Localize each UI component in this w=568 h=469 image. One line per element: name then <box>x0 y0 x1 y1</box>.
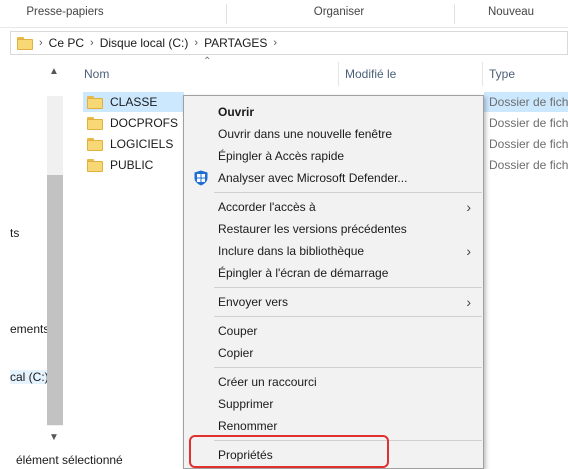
menu-item-rename[interactable]: Renommer <box>184 415 483 437</box>
menu-item-label: Accorder l'accès à <box>218 200 316 214</box>
folder-icon <box>87 116 103 130</box>
menu-item-label: Ouvrir <box>218 105 255 119</box>
file-row-logiciels[interactable]: LOGICIELS <box>83 134 184 154</box>
file-name: PUBLIC <box>110 158 154 172</box>
file-type: Dossier de fichiers <box>489 116 568 130</box>
address-bar[interactable]: › Ce PC › Disque local (C:) › PARTAGES › <box>10 31 568 55</box>
breadcrumb-partages[interactable]: PARTAGES <box>204 36 267 50</box>
file-row-classe[interactable]: CLASSE <box>83 92 184 112</box>
breadcrumb-local-disk[interactable]: Disque local (C:) <box>100 36 189 50</box>
file-type: Dossier de fichiers <box>489 95 568 109</box>
file-name: LOGICIELS <box>110 137 174 151</box>
file-name: DOCPROFS <box>110 116 179 130</box>
scroll-up-icon[interactable]: ▲ <box>46 66 62 77</box>
menu-separator <box>214 316 482 317</box>
menu-item-include-library[interactable]: Inclure dans la bibliothèque › <box>184 240 483 262</box>
ribbon: Presse-papiers Organiser Nouveau <box>0 0 568 28</box>
column-divider[interactable] <box>338 62 339 86</box>
nav-item[interactable]: ements <box>10 322 49 336</box>
chevron-right-icon[interactable]: › <box>194 37 198 49</box>
menu-item-create-shortcut[interactable]: Créer un raccourci <box>184 371 483 393</box>
menu-separator <box>214 287 482 288</box>
sort-ascending-icon: ⌃ <box>203 56 212 67</box>
menu-item-copy[interactable]: Copier <box>184 342 483 364</box>
folder-icon <box>87 137 103 151</box>
menu-item-open-new-window[interactable]: Ouvrir dans une nouvelle fenêtre <box>184 123 483 145</box>
ribbon-group-organize: Organiser <box>313 6 365 18</box>
breadcrumb-this-pc[interactable]: Ce PC <box>49 36 84 50</box>
menu-separator <box>214 367 482 368</box>
highlight-box <box>189 435 389 468</box>
menu-item-label: Analyser avec Microsoft Defender... <box>218 171 408 185</box>
menu-item-scan-defender[interactable]: Analyser avec Microsoft Defender... <box>184 167 483 189</box>
nav-item-local-disk[interactable]: cal (C:) <box>10 370 49 384</box>
column-header-name[interactable]: Nom <box>84 67 109 91</box>
menu-item-label: Envoyer vers <box>218 295 289 309</box>
menu-item-label: Ouvrir dans une nouvelle fenêtre <box>218 127 393 141</box>
menu-item-label: Créer un raccourci <box>218 375 317 389</box>
menu-separator <box>214 192 482 193</box>
menu-item-label: Couper <box>218 324 258 338</box>
menu-item-label: Renommer <box>218 419 278 433</box>
shield-icon <box>194 170 208 186</box>
menu-item-pin-start[interactable]: Épingler à l'écran de démarrage <box>184 262 483 284</box>
menu-item-send-to[interactable]: Envoyer vers › <box>184 291 483 313</box>
menu-item-open[interactable]: Ouvrir <box>184 101 483 123</box>
chevron-right-icon[interactable]: › <box>39 37 43 49</box>
status-selection-text: élément sélectionné <box>16 453 123 467</box>
chevron-right-icon: › <box>466 243 471 259</box>
menu-item-restore-versions[interactable]: Restaurer les versions précédentes <box>184 218 483 240</box>
file-type: Dossier de fichiers <box>489 158 568 172</box>
scroll-down-icon[interactable]: ▼ <box>46 432 62 443</box>
menu-item-label: Inclure dans la bibliothèque <box>218 244 365 258</box>
context-menu: Ouvrir Ouvrir dans une nouvelle fenêtre … <box>183 95 484 469</box>
menu-item-label: Restaurer les versions précédentes <box>218 222 407 236</box>
menu-item-label: Épingler à l'écran de démarrage <box>218 266 389 280</box>
chevron-right-icon[interactable]: › <box>90 37 94 49</box>
file-name: CLASSE <box>110 95 158 109</box>
column-divider[interactable] <box>482 62 483 86</box>
ribbon-group-clipboard: Presse-papiers <box>26 6 104 18</box>
menu-item-label: Épingler à Accès rapide <box>218 149 345 163</box>
ribbon-group-new: Nouveau <box>487 6 535 18</box>
file-row-docprofs[interactable]: DOCPROFS <box>83 113 184 133</box>
scrollbar-thumb[interactable] <box>47 175 63 425</box>
chevron-right-icon: › <box>466 294 471 310</box>
chevron-right-icon[interactable]: › <box>273 37 277 49</box>
folder-icon <box>87 95 103 109</box>
menu-item-label: Supprimer <box>218 397 274 411</box>
menu-item-cut[interactable]: Couper <box>184 320 483 342</box>
file-type: Dossier de fichiers <box>489 137 568 151</box>
chevron-right-icon: › <box>466 199 471 215</box>
menu-item-delete[interactable]: Supprimer <box>184 393 483 415</box>
menu-item-pin-quick-access[interactable]: Épingler à Accès rapide <box>184 145 483 167</box>
nav-item[interactable]: ts <box>10 226 19 240</box>
folder-icon <box>87 158 103 172</box>
menu-item-grant-access[interactable]: Accorder l'accès à › <box>184 196 483 218</box>
column-header-type[interactable]: Type <box>489 67 515 91</box>
menu-item-label: Copier <box>218 346 254 360</box>
folder-icon <box>17 36 33 50</box>
column-header-modified[interactable]: Modifié le <box>345 67 396 91</box>
file-row-public[interactable]: PUBLIC <box>83 155 184 175</box>
